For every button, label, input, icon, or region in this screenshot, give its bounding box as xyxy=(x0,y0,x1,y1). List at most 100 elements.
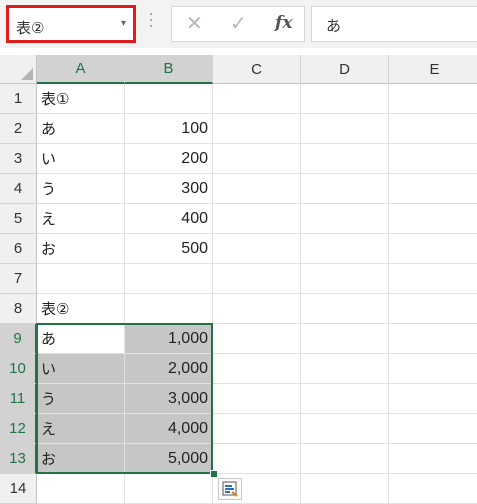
cell-e4[interactable] xyxy=(389,174,477,204)
column-header-a[interactable]: A xyxy=(37,55,125,84)
cell-d12[interactable] xyxy=(301,414,389,444)
column-header-b[interactable]: B xyxy=(125,55,213,84)
insert-function-icon[interactable]: fx xyxy=(275,13,292,33)
cell-d11[interactable] xyxy=(301,384,389,414)
row-header-2[interactable]: 2 xyxy=(0,114,37,144)
name-box[interactable]: 表② ▾ xyxy=(6,5,136,43)
cell-e7[interactable] xyxy=(389,264,477,294)
cell-d13[interactable] xyxy=(301,444,389,474)
cancel-icon[interactable]: ✕ xyxy=(186,11,203,35)
more-options-icon[interactable]: · · · xyxy=(149,8,153,34)
cell-c6[interactable] xyxy=(213,234,301,264)
chevron-down-icon[interactable]: ▾ xyxy=(121,18,126,29)
cell-d1[interactable] xyxy=(301,84,389,114)
cell-d8[interactable] xyxy=(301,294,389,324)
cell-e5[interactable] xyxy=(389,204,477,234)
row-header-14[interactable]: 14 xyxy=(0,474,37,504)
cell-a11[interactable]: う xyxy=(37,384,125,414)
cell-e6[interactable] xyxy=(389,234,477,264)
cell-e8[interactable] xyxy=(389,294,477,324)
select-all-button[interactable] xyxy=(0,55,37,84)
column-header-c[interactable]: C xyxy=(213,55,301,84)
cell-e10[interactable] xyxy=(389,354,477,384)
row-header-13[interactable]: 13 xyxy=(0,444,37,474)
cell-e9[interactable] xyxy=(389,324,477,354)
row-header-12[interactable]: 12 xyxy=(0,414,37,444)
cell-a13[interactable]: お xyxy=(37,444,125,474)
row-header-11[interactable]: 11 xyxy=(0,384,37,414)
column-header-d[interactable]: D xyxy=(301,55,389,84)
cell-a9[interactable]: あ xyxy=(37,324,125,354)
cell-e11[interactable] xyxy=(389,384,477,414)
cell-d5[interactable] xyxy=(301,204,389,234)
cell-e13[interactable] xyxy=(389,444,477,474)
cell-b7[interactable] xyxy=(125,264,213,294)
row-header-9[interactable]: 9 xyxy=(0,324,37,354)
cell-e3[interactable] xyxy=(389,144,477,174)
cell-b5[interactable]: 400 xyxy=(125,204,213,234)
cell-b2[interactable]: 100 xyxy=(125,114,213,144)
row-header-3[interactable]: 3 xyxy=(0,144,37,174)
cell-d2[interactable] xyxy=(301,114,389,144)
row-header-6[interactable]: 6 xyxy=(0,234,37,264)
cell-a4[interactable]: う xyxy=(37,174,125,204)
cell-e14[interactable] xyxy=(389,474,477,504)
formula-bar-area: 表② ▾ · · · ✕ ✓ fx あ xyxy=(0,0,477,48)
cell-a3[interactable]: い xyxy=(37,144,125,174)
cell-c8[interactable] xyxy=(213,294,301,324)
cell-c11[interactable] xyxy=(213,384,301,414)
cell-b1[interactable] xyxy=(125,84,213,114)
row-header-5[interactable]: 5 xyxy=(0,204,37,234)
cell-c10[interactable] xyxy=(213,354,301,384)
cell-c3[interactable] xyxy=(213,144,301,174)
cell-e2[interactable] xyxy=(389,114,477,144)
cell-c4[interactable] xyxy=(213,174,301,204)
cell-d3[interactable] xyxy=(301,144,389,174)
cell-c9[interactable] xyxy=(213,324,301,354)
cell-a1[interactable]: 表① xyxy=(37,84,125,114)
fill-handle[interactable] xyxy=(210,470,218,478)
cell-b8[interactable] xyxy=(125,294,213,324)
cell-a2[interactable]: あ xyxy=(37,114,125,144)
row-header-8[interactable]: 8 xyxy=(0,294,37,324)
quick-analysis-button[interactable] xyxy=(218,478,242,500)
cell-e1[interactable] xyxy=(389,84,477,114)
row-header-1[interactable]: 1 xyxy=(0,84,37,114)
cell-d7[interactable] xyxy=(301,264,389,294)
cell-a14[interactable] xyxy=(37,474,125,504)
cell-a8[interactable]: 表② xyxy=(37,294,125,324)
cell-b13[interactable]: 5,000 xyxy=(125,444,213,474)
cell-c13[interactable] xyxy=(213,444,301,474)
cell-a12[interactable]: え xyxy=(37,414,125,444)
column-header-e[interactable]: E xyxy=(389,55,477,84)
cell-d4[interactable] xyxy=(301,174,389,204)
cell-c12[interactable] xyxy=(213,414,301,444)
cell-b6[interactable]: 500 xyxy=(125,234,213,264)
cell-c5[interactable] xyxy=(213,204,301,234)
cell-a7[interactable] xyxy=(37,264,125,294)
cell-d10[interactable] xyxy=(301,354,389,384)
cell-d9[interactable] xyxy=(301,324,389,354)
row-header-10[interactable]: 10 xyxy=(0,354,37,384)
cell-e12[interactable] xyxy=(389,414,477,444)
cell-d14[interactable] xyxy=(301,474,389,504)
cell-b4[interactable]: 300 xyxy=(125,174,213,204)
row-header-7[interactable]: 7 xyxy=(0,264,37,294)
cell-b3[interactable]: 200 xyxy=(125,144,213,174)
cell-a10[interactable]: い xyxy=(37,354,125,384)
cell-d6[interactable] xyxy=(301,234,389,264)
worksheet-grid: ABCDE 1 表① 2 あ 100 3 い 200 4 う 300 5 え 400 6 お 500 7 8 表② 9 あ… xyxy=(0,55,477,504)
cell-c2[interactable] xyxy=(213,114,301,144)
cell-b10[interactable]: 2,000 xyxy=(125,354,213,384)
cell-c7[interactable] xyxy=(213,264,301,294)
cell-a6[interactable]: お xyxy=(37,234,125,264)
cell-c1[interactable] xyxy=(213,84,301,114)
row-header-4[interactable]: 4 xyxy=(0,174,37,204)
cell-a5[interactable]: え xyxy=(37,204,125,234)
check-icon[interactable]: ✓ xyxy=(230,11,247,35)
cell-b12[interactable]: 4,000 xyxy=(125,414,213,444)
cell-b9[interactable]: 1,000 xyxy=(125,324,213,354)
cell-b14[interactable] xyxy=(125,474,213,504)
cell-b11[interactable]: 3,000 xyxy=(125,384,213,414)
formula-input[interactable]: あ xyxy=(311,6,477,42)
